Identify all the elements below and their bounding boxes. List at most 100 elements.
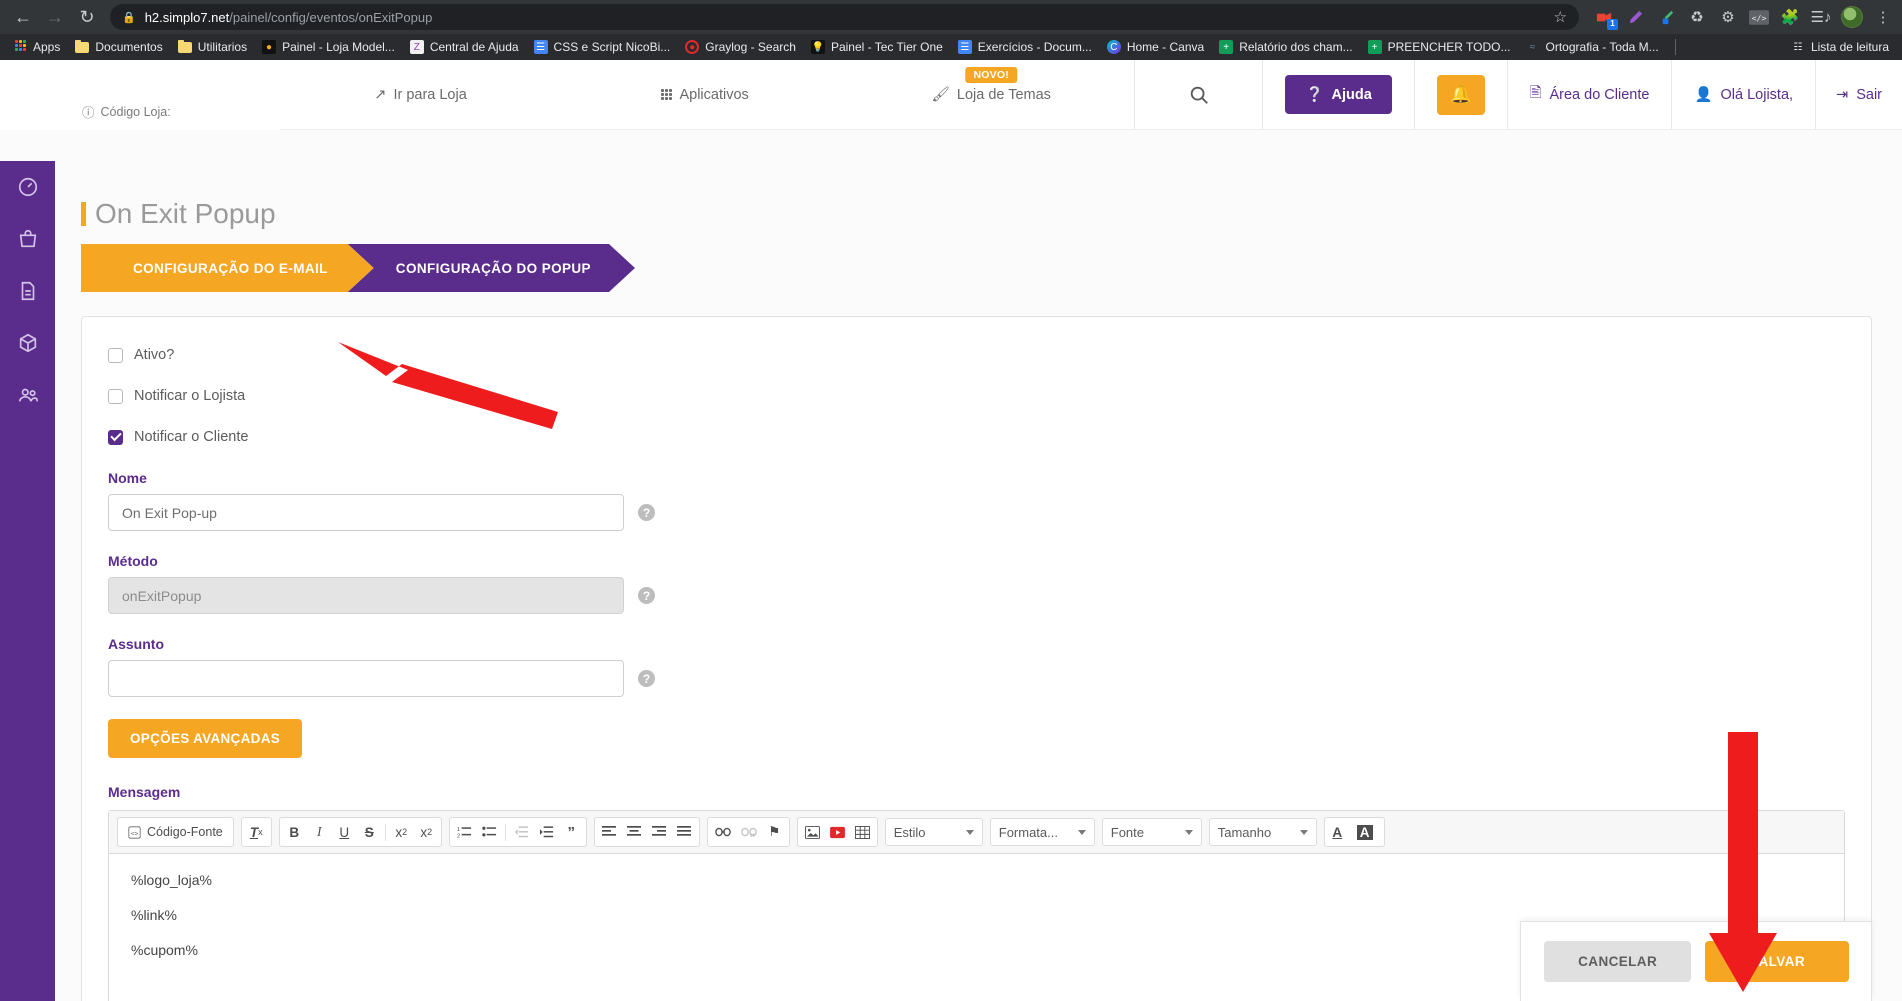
checkbox-box[interactable] (108, 388, 123, 404)
bold-icon[interactable]: B (282, 819, 307, 845)
bookmark-documentos[interactable]: Documentos (68, 37, 169, 57)
code-extension-icon[interactable]: </> (1748, 6, 1770, 28)
link-icon[interactable] (710, 819, 736, 845)
checkbox-label: Ativo? (134, 347, 175, 363)
store-code: ⓘ Código Loja: (82, 102, 171, 121)
advanced-options-button[interactable]: OPÇÕES AVANÇADAS (108, 719, 303, 758)
tab-configuracao-popup[interactable]: CONFIGURAÇÃO DO POPUP (348, 244, 635, 292)
outdent-icon[interactable] (509, 819, 534, 845)
screen-recorder-extension-icon[interactable]: 1 (1593, 6, 1618, 30)
three-dot-menu-icon[interactable]: ⋮ (1872, 6, 1894, 28)
sidebar-item-products[interactable] (0, 317, 55, 369)
bookmark-utilitarios[interactable]: Utilitarios (171, 37, 254, 57)
nav-loja-de-temas[interactable]: NOVO! 🖌 Loja de Temas (848, 60, 1134, 129)
bookmark-painel-tec-tier-one[interactable]: 💡 Painel - Tec Tier One (804, 37, 950, 57)
superscript-icon[interactable]: x2 (414, 819, 439, 845)
image-icon[interactable] (800, 819, 825, 845)
assunto-input[interactable] (108, 660, 624, 697)
nav-search-button[interactable] (1134, 60, 1262, 129)
remove-format-icon[interactable]: Tx (244, 819, 269, 845)
cancel-button[interactable]: CANCELAR (1544, 941, 1692, 982)
forward-arrow-icon[interactable]: → (40, 2, 70, 32)
nav-aplicativos[interactable]: Aplicativos (562, 60, 848, 129)
size-select[interactable]: Tamanho (1208, 818, 1317, 846)
youtube-icon[interactable] (825, 819, 850, 845)
unlink-icon[interactable] (736, 819, 762, 845)
star-icon[interactable]: ☆ (1544, 8, 1567, 26)
editor-group-align (593, 817, 700, 847)
nav-logout-cell[interactable]: ⇥ Sair (1815, 60, 1902, 129)
gear-icon[interactable]: ⚙ (1717, 6, 1739, 28)
anchor-icon[interactable]: ⚑ (762, 819, 787, 845)
reload-icon[interactable]: ↻ (72, 2, 102, 32)
indent-icon[interactable] (534, 819, 559, 845)
bulleted-list-icon[interactable] (477, 819, 502, 845)
checkbox-box[interactable] (108, 347, 123, 363)
checkbox-notificar-cliente[interactable]: Notificar o Cliente (108, 429, 1845, 445)
nav-greeting-cell[interactable]: 👤 Olá Lojista, (1671, 60, 1815, 129)
align-right-icon[interactable] (647, 819, 672, 845)
sidebar-item-orders[interactable] (0, 213, 55, 265)
help-icon[interactable]: ? (638, 504, 655, 521)
bookmark-graylog-search[interactable]: ● Graylog - Search (678, 37, 803, 57)
greeting-link[interactable]: 👤 Olá Lojista, (1694, 86, 1793, 104)
notifications-button[interactable]: 🔔 (1436, 74, 1485, 115)
checkbox-box[interactable] (108, 429, 123, 445)
blockquote-icon[interactable]: ” (559, 819, 584, 845)
bookmark-relatorio-chamados[interactable]: + Relatório dos cham... (1212, 37, 1359, 57)
align-left-icon[interactable] (597, 819, 622, 845)
sidebar-item-customers[interactable] (0, 369, 55, 421)
bookmark-preencher-todo[interactable]: + PREENCHER TODO... (1361, 37, 1518, 57)
client-area-link[interactable]: 🖹 Área do Cliente (1530, 82, 1650, 107)
strikethrough-icon[interactable]: S (357, 819, 382, 845)
bookmark-ortografia[interactable]: ≈ Ortografia - Toda M... (1519, 37, 1666, 57)
align-justify-icon[interactable] (672, 819, 697, 845)
checkbox-ativo[interactable]: Ativo? (108, 347, 1845, 363)
format-select[interactable]: Formata... (989, 818, 1095, 846)
bookmark-exercicios[interactable]: ☰ Exercícios - Docum... (951, 37, 1099, 57)
underline-icon[interactable]: U (332, 819, 357, 845)
nav-ir-para-loja[interactable]: ↗ Ir para Loja (279, 60, 562, 129)
style-select[interactable]: Estilo (884, 818, 983, 846)
sidebar-item-catalog[interactable] (0, 265, 55, 317)
playlist-icon[interactable]: ☰♪ (1810, 6, 1832, 28)
reading-list-button[interactable]: ☷ Lista de leitura (1784, 37, 1896, 57)
source-code-button[interactable]: <> Código-Fonte (120, 819, 231, 845)
font-select[interactable]: Fonte (1101, 818, 1202, 846)
extensions-puzzle-icon[interactable]: 🧩 (1779, 6, 1801, 28)
highlighter-extension-icon[interactable] (1624, 6, 1646, 28)
sidebar-item-dashboard[interactable] (0, 161, 55, 213)
help-icon[interactable]: ? (638, 587, 655, 604)
help-button-label: Ajuda (1331, 86, 1372, 103)
numbered-list-icon[interactable]: 12 (452, 819, 477, 845)
profile-avatar[interactable] (1841, 6, 1863, 28)
nav-notifications-cell: 🔔 (1413, 60, 1507, 129)
site-icon: ● (262, 40, 277, 54)
subscript-icon[interactable]: x2 (389, 819, 414, 845)
logout-link[interactable]: ⇥ Sair (1836, 87, 1882, 103)
eyedropper-extension-icon[interactable] (1655, 6, 1677, 28)
nav-client-area-cell[interactable]: 🖹 Área do Cliente (1506, 60, 1672, 129)
tab-configuracao-email[interactable]: CONFIGURAÇÃO DO E-MAIL (81, 244, 374, 292)
help-icon[interactable]: ? (638, 670, 655, 687)
bookmark-css-e-script[interactable]: ☰ CSS e Script NicoBi... (527, 37, 678, 57)
table-icon[interactable] (850, 819, 875, 845)
align-center-icon[interactable] (622, 819, 647, 845)
back-arrow-icon[interactable]: ← (8, 2, 38, 32)
field-metodo: ? (108, 577, 1845, 614)
external-link-icon: ↗ (374, 86, 387, 103)
address-bar[interactable]: 🔒 h2.simplo7.net/painel/config/eventos/o… (110, 4, 1579, 30)
help-button[interactable]: ❔ Ajuda (1285, 75, 1392, 114)
bookmark-central-de-ajuda[interactable]: Z Central de Ajuda (403, 37, 526, 57)
recycle-extension-icon[interactable]: ♻ (1686, 6, 1708, 28)
background-color-icon[interactable]: A (1352, 819, 1382, 845)
text-color-icon[interactable]: A (1327, 819, 1352, 845)
save-button[interactable]: SALVAR (1705, 941, 1849, 982)
bookmark-home-canva[interactable]: C Home - Canva (1100, 37, 1211, 57)
bookmark-painel-loja-model[interactable]: ● Painel - Loja Model... (255, 37, 402, 57)
italic-icon[interactable]: I (307, 819, 332, 845)
checkbox-notificar-lojista[interactable]: Notificar o Lojista (108, 388, 1845, 404)
nome-input[interactable] (108, 494, 624, 531)
bookmark-label: Relatório dos cham... (1239, 40, 1353, 54)
bookmark-apps[interactable]: Apps (6, 37, 67, 57)
